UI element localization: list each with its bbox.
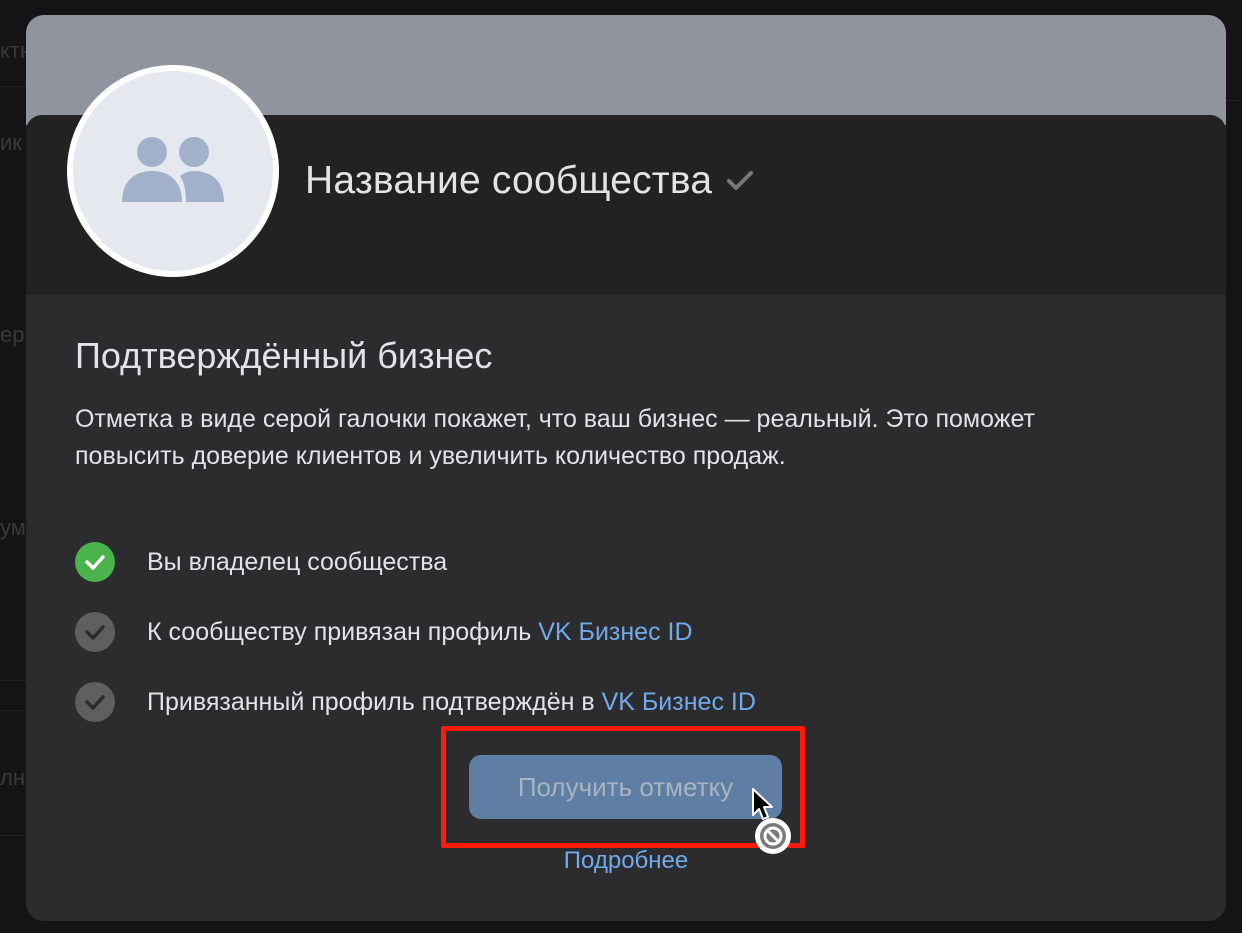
background-divider <box>0 710 26 711</box>
requirement-business-id-verified: Привязанный профиль подтверждён в VK Биз… <box>75 667 1175 737</box>
vk-business-id-link[interactable]: VK Бизнес ID <box>602 688 756 716</box>
background-text: ер <box>0 322 25 347</box>
description: Отметка в виде серой галочки покажет, чт… <box>75 405 1035 470</box>
verification-modal: Название сообщества Подтверждённый бизне… <box>26 15 1226 921</box>
not-allowed-icon <box>755 818 791 854</box>
check-circle-icon <box>75 682 115 722</box>
background-divider <box>1224 100 1242 101</box>
get-mark-button-wrap: Получить отметку <box>469 755 782 819</box>
requirement-owner: Вы владелец сообщества <box>75 527 1175 597</box>
requirement-text: Привязанный профиль подтверждён в VK Биз… <box>147 688 756 717</box>
requirement-text: К сообществу привязан профиль VK Бизнес … <box>147 618 693 647</box>
background-divider <box>0 86 26 87</box>
community-avatar <box>67 65 279 277</box>
check-circle-icon <box>75 612 115 652</box>
requirement-label: Привязанный профиль подтверждён в <box>147 687 602 716</box>
section-title: Подтверждённый бизнес <box>75 335 493 376</box>
more-link[interactable]: Подробнее <box>26 847 1226 875</box>
requirement-business-id-linked: К сообществу привязан профиль VK Бизнес … <box>75 597 1175 667</box>
background-text: ик <box>0 130 22 155</box>
community-name: Название сообщества <box>305 159 713 202</box>
users-icon <box>122 137 224 202</box>
background-text: лн <box>0 765 25 790</box>
verification-body: Подтверждённый бизнес Отметка в виде сер… <box>75 335 1175 737</box>
requirements-list: Вы владелец сообщества К сообществу прив… <box>75 527 1175 737</box>
background-divider <box>0 680 26 681</box>
checkmark-icon <box>727 171 754 190</box>
requirement-text: Вы владелец сообщества <box>147 547 448 576</box>
get-mark-button[interactable]: Получить отметку <box>469 755 782 819</box>
background-text: ум <box>0 515 26 540</box>
community-title: Название сообщества <box>305 159 754 203</box>
requirement-label: К сообществу привязан профиль <box>147 617 539 646</box>
background-divider <box>0 835 26 836</box>
vk-business-id-link[interactable]: VK Бизнес ID <box>538 618 692 646</box>
check-circle-icon <box>75 542 115 582</box>
